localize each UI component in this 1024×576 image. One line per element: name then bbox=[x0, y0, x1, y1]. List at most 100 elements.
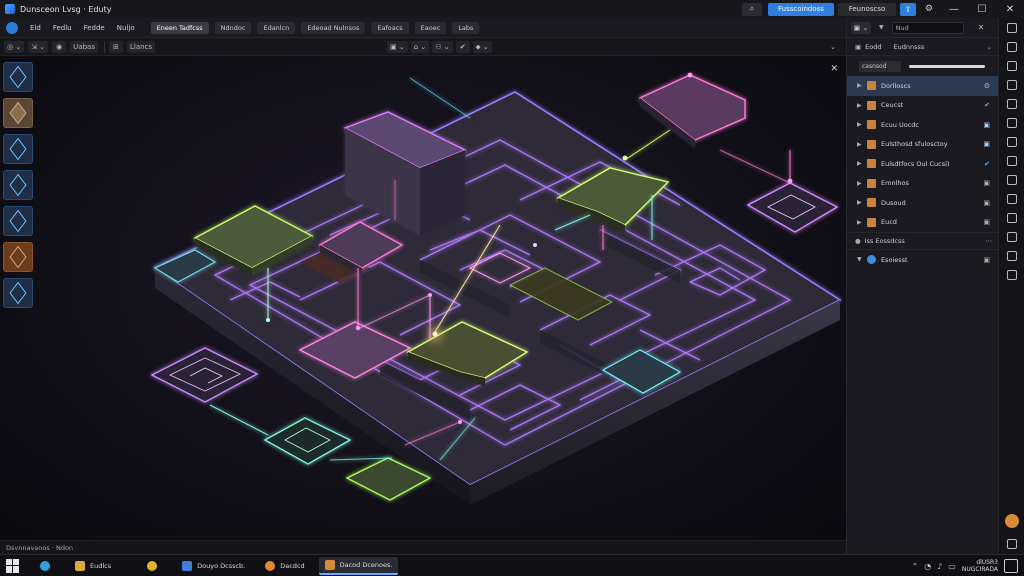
network-icon[interactable]: ◔ bbox=[924, 562, 931, 571]
tree-item-0[interactable]: ▶ Dorlloscs ⚙ bbox=[847, 76, 998, 96]
taskbar-app-2[interactable] bbox=[141, 557, 168, 575]
tab-5[interactable]: Eaoec bbox=[414, 21, 447, 34]
visibility-icon[interactable]: ▣ bbox=[983, 199, 990, 207]
tab-render-icon[interactable] bbox=[999, 37, 1024, 56]
chevron-down-icon[interactable]: ▼ bbox=[879, 24, 884, 31]
tab-material-icon[interactable] bbox=[999, 246, 1024, 265]
visibility-icon[interactable]: ▣ bbox=[983, 121, 990, 129]
settings-icon[interactable]: ⚙ bbox=[920, 3, 938, 16]
taskbar-app-5[interactable]: Dacod Dcenoes. bbox=[318, 556, 399, 575]
tree-item-7[interactable]: ▶ Eucd ▣ bbox=[847, 213, 998, 233]
target-tool-button[interactable]: ◉ bbox=[52, 40, 67, 53]
share-icon[interactable]: ⇪ bbox=[900, 2, 916, 16]
tree-item-6[interactable]: ▶ Dusoud ▣ bbox=[847, 193, 998, 213]
visibility-icon[interactable]: ▣ bbox=[983, 218, 990, 226]
scene-viewport[interactable]: ✕ bbox=[0, 56, 846, 540]
section2-header[interactable]: ● Iss Eossdcss ⋯ bbox=[847, 232, 998, 250]
home-tool-button[interactable]: ⌂ ⌄ bbox=[410, 41, 430, 53]
check-tool-button[interactable]: ✔ bbox=[455, 41, 470, 53]
viewport-close-icon[interactable]: ✕ bbox=[830, 64, 838, 74]
tab-extra-icon[interactable] bbox=[999, 534, 1024, 553]
outliner-view-dropdown[interactable]: ▣ ⌄ bbox=[851, 21, 871, 34]
visibility-icon[interactable]: ▣ bbox=[983, 179, 990, 187]
chevron-up-icon[interactable]: ⌃ bbox=[912, 562, 919, 571]
primary-action-button[interactable]: Fusscoindoss bbox=[768, 2, 834, 16]
info-cube-icon[interactable] bbox=[3, 134, 33, 164]
tab-modifier-icon[interactable] bbox=[999, 151, 1024, 170]
tab-3[interactable]: Edeoad Nulnsos bbox=[301, 21, 366, 34]
tab-2[interactable]: Edanlcn bbox=[257, 21, 296, 34]
select-tool-button[interactable]: ◎ ⌄ bbox=[4, 40, 25, 53]
crate-icon[interactable] bbox=[3, 98, 33, 128]
cube-outline-icon[interactable] bbox=[3, 206, 33, 236]
tab-4[interactable]: Eafoacs bbox=[371, 21, 409, 34]
maximize-button[interactable]: ☐ bbox=[968, 0, 996, 18]
snap-tool-button[interactable]: ▣ ⌄ bbox=[387, 41, 408, 53]
outliner-search-input[interactable]: Nud bbox=[891, 21, 964, 34]
filter-field[interactable]: casnsod bbox=[859, 60, 901, 72]
taskbar-app-0[interactable] bbox=[34, 557, 61, 575]
filter-slider[interactable] bbox=[909, 64, 985, 68]
view-icon[interactable]: ▣ bbox=[855, 43, 861, 51]
tab-view-layer-icon[interactable] bbox=[999, 75, 1024, 94]
tree-item-1[interactable]: ▶ Ceucst ✔ bbox=[847, 96, 998, 116]
tab-0[interactable]: Eneen Tadfcss bbox=[150, 21, 209, 34]
grid-button[interactable]: ⊞ bbox=[108, 40, 123, 53]
tab-texture-icon[interactable] bbox=[999, 265, 1024, 284]
taskbar-app-4[interactable]: Dacdcd bbox=[259, 557, 310, 575]
expand-arrow-icon[interactable]: ▶ bbox=[857, 121, 865, 128]
tab-output-icon[interactable] bbox=[999, 56, 1024, 75]
tree-item-4[interactable]: ▶ Eulsdtfocs Oul Cucsi) ✔ bbox=[847, 154, 998, 174]
tab-physics-icon[interactable] bbox=[999, 189, 1024, 208]
tab-world-icon[interactable] bbox=[999, 113, 1024, 132]
link-tool-button[interactable]: ⚇ ⌄ bbox=[432, 41, 453, 53]
taskbar-app-1[interactable]: Eudlcs bbox=[69, 557, 117, 575]
cube-blue-icon[interactable] bbox=[3, 62, 33, 92]
tree-item-5[interactable]: ▶ Emnlhos ▣ bbox=[847, 174, 998, 194]
chevron-down-icon[interactable]: ⌄ bbox=[987, 43, 992, 51]
cube-outline-icon[interactable] bbox=[3, 278, 33, 308]
layers-button[interactable]: Uabas bbox=[70, 40, 98, 53]
close-button[interactable]: ✕ bbox=[996, 0, 1024, 18]
expand-arrow-icon[interactable]: ▶ bbox=[857, 141, 865, 148]
brown-cube-icon[interactable] bbox=[3, 242, 33, 272]
tab-constraints-icon[interactable] bbox=[999, 208, 1024, 227]
menu-item-view[interactable]: Fedde bbox=[84, 24, 105, 32]
tab-object-icon[interactable] bbox=[999, 132, 1024, 151]
search-icon[interactable]: ⌕ bbox=[742, 2, 762, 16]
menu-item-edit[interactable]: Fedlu bbox=[53, 24, 72, 32]
more-icon[interactable]: ⋯ bbox=[986, 237, 993, 245]
notification-icon[interactable] bbox=[1004, 559, 1018, 573]
expand-arrow-icon[interactable]: ▶ bbox=[857, 82, 865, 89]
tab-tool-icon[interactable] bbox=[999, 18, 1024, 37]
expand-arrow-icon[interactable]: ▶ bbox=[857, 219, 865, 226]
tab-6[interactable]: Labs bbox=[452, 21, 480, 34]
secondary-action-button[interactable]: Feunoscso bbox=[838, 2, 896, 16]
avatar[interactable] bbox=[1005, 514, 1019, 528]
minimize-button[interactable]: — bbox=[940, 0, 968, 18]
lanes-button[interactable]: Llancs bbox=[126, 40, 156, 53]
close-icon[interactable]: ✕ bbox=[978, 23, 985, 32]
tree-item-2[interactable]: ▶ Ecuu Uocdc ▣ bbox=[847, 115, 998, 135]
settings-icon[interactable]: ⚙ bbox=[984, 82, 990, 90]
expand-arrow-icon[interactable]: ▶ bbox=[857, 102, 865, 109]
visibility-icon[interactable]: ▣ bbox=[983, 140, 990, 148]
tab-1[interactable]: Ndndoc bbox=[214, 21, 252, 34]
toolbar-overflow-chevron-icon[interactable]: ⌄ bbox=[826, 41, 840, 53]
menu-item-help[interactable]: Nuljo bbox=[117, 24, 135, 32]
visibility-icon[interactable]: ▣ bbox=[983, 256, 990, 264]
transform-tool-button[interactable]: ⇲ ⌄ bbox=[28, 40, 49, 53]
taskbar-app-3[interactable]: Douyo Dcsscb. bbox=[176, 557, 251, 575]
tree-item-3[interactable]: ▶ Eulsthosd sfulosctoy ▣ bbox=[847, 135, 998, 155]
expand-arrow-icon[interactable]: ▶ bbox=[857, 180, 865, 187]
clock[interactable]: dlUSR3 NUGCIRADA bbox=[962, 559, 998, 573]
tab-particles-icon[interactable] bbox=[999, 170, 1024, 189]
tag-tool-button[interactable]: ⬥ ⌄ bbox=[472, 41, 492, 53]
tab-scene-icon[interactable] bbox=[999, 94, 1024, 113]
check-icon[interactable]: ✔ bbox=[984, 101, 990, 109]
expand-arrow-icon[interactable]: ▶ bbox=[857, 160, 865, 167]
app-menu-icon[interactable] bbox=[6, 21, 18, 34]
section2-item[interactable]: ▼ Esoiesst ▣ bbox=[847, 250, 998, 270]
expand-arrow-icon[interactable]: ▶ bbox=[857, 199, 865, 206]
expand-arrow-icon[interactable]: ▼ bbox=[857, 256, 865, 263]
